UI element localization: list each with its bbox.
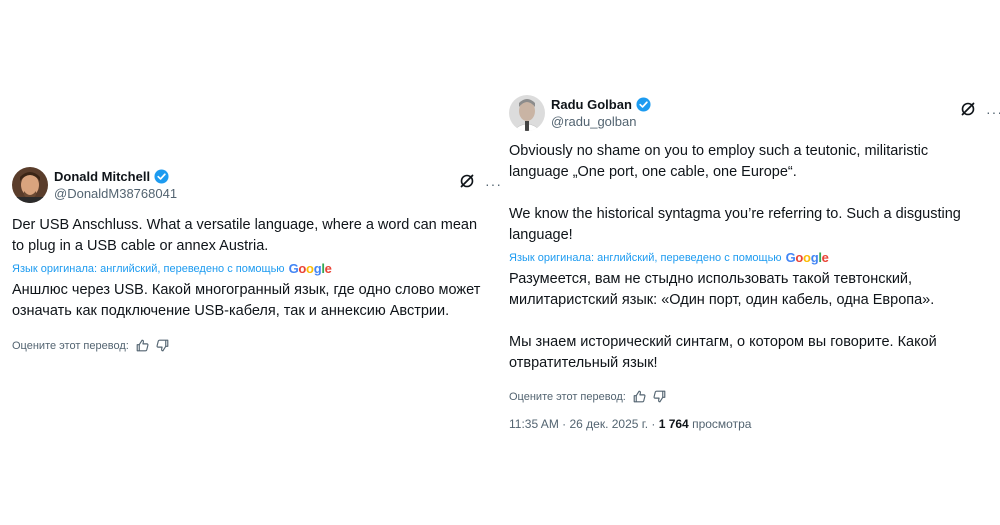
text-line: Аншлюс через USB. Какой многогранный язы…	[12, 282, 481, 298]
text-line: Obviously no shame on you to employ such…	[509, 143, 929, 159]
more-icon[interactable]: ···	[485, 176, 502, 192]
text-line: language!	[509, 227, 573, 243]
text-line: означать как подключение USB-кабеля, так…	[12, 303, 450, 319]
tweet-radu-golban: Radu Golban @radu_golban ··· Obviously n…	[509, 93, 1000, 431]
rate-prompt: Оцените этот перевод:	[12, 339, 129, 352]
views-label: просмотра	[692, 417, 752, 431]
text-line: language „One port, one cable, one Europ…	[509, 164, 797, 180]
text-line: We know the historical syntagma you’re r…	[509, 206, 961, 222]
author-name[interactable]: Donald Mitchell	[54, 168, 150, 185]
thumbs-up-icon[interactable]	[633, 390, 646, 403]
google-logo: Google	[785, 250, 829, 265]
author-name[interactable]: Radu Golban	[551, 96, 632, 113]
rate-translation: Оцените этот перевод:	[12, 339, 502, 352]
grok-slash-icon[interactable]	[459, 173, 475, 194]
tweet-donald-mitchell: Donald Mitchell @DonaldM38768041 ··· Der…	[12, 165, 502, 352]
thumbs-up-icon[interactable]	[136, 339, 149, 352]
tweet-text-translated: Разумеется, вам не стыдно использовать т…	[509, 269, 989, 374]
verified-badge-icon[interactable]	[154, 169, 169, 184]
translation-notice: Язык оригинала: английский, переведено с…	[12, 261, 502, 276]
text-line: отвратительный язык!	[509, 355, 658, 371]
translation-notice-text[interactable]: Язык оригинала: английский, переведено с…	[12, 263, 285, 275]
author-handle[interactable]: @radu_golban	[551, 113, 651, 130]
translation-notice: Язык оригинала: английский, переведено с…	[509, 250, 989, 265]
translation-notice-text[interactable]: Язык оригинала: английский, переведено с…	[509, 252, 782, 264]
tweet-header: Radu Golban @radu_golban ···	[509, 93, 1000, 133]
tweet-text-translated: Аншлюс через USB. Какой многогранный язы…	[12, 280, 502, 322]
thumbs-down-icon[interactable]	[156, 339, 169, 352]
timestamp[interactable]: 11:35 AM · 26 дек. 2025 г. ·	[509, 417, 655, 431]
views-count: 1 764	[658, 417, 689, 431]
author-handle[interactable]: @DonaldM38768041	[54, 185, 177, 202]
more-icon[interactable]: ···	[986, 104, 1000, 120]
grok-slash-icon[interactable]	[960, 101, 976, 122]
tweet-meta: 11:35 AM · 26 дек. 2025 г. · 1 764 просм…	[509, 417, 989, 431]
text-line: милитаристский язык: «Один порт, один ка…	[509, 292, 935, 308]
text-line: to plug in a USB cable or annex Austria.	[12, 238, 269, 254]
text-line: Разумеется, вам не стыдно использовать т…	[509, 271, 913, 287]
verified-badge-icon[interactable]	[636, 97, 651, 112]
rate-prompt: Оцените этот перевод:	[509, 390, 626, 403]
avatar[interactable]	[12, 167, 48, 203]
thumbs-down-icon[interactable]	[653, 390, 666, 403]
tweet-text-original: Der USB Anschluss. What a versatile lang…	[12, 215, 502, 257]
avatar[interactable]	[509, 95, 545, 131]
text-line: Мы знаем исторический синтагм, о котором…	[509, 334, 937, 350]
tweet-text-original: Obviously no shame on you to employ such…	[509, 141, 989, 246]
text-line: Der USB Anschluss. What a versatile lang…	[12, 217, 478, 233]
google-logo: Google	[288, 261, 332, 276]
rate-translation: Оцените этот перевод:	[509, 390, 989, 403]
tweet-header: Donald Mitchell @DonaldM38768041 ···	[12, 165, 502, 205]
